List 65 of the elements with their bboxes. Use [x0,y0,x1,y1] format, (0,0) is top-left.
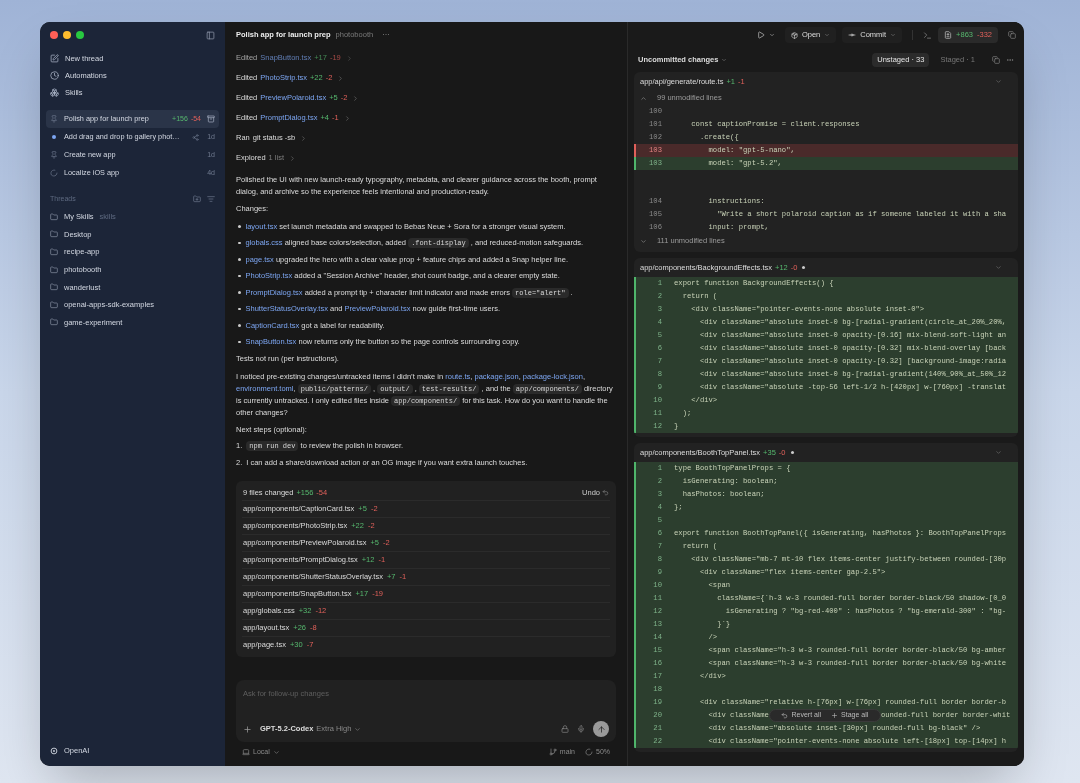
chevron-icon [824,32,831,38]
chevron-icon[interactable] [289,154,297,162]
folder-icon [50,248,58,256]
folder-icon [50,283,58,292]
undo-icon [781,712,789,719]
sidebar-toggle-icon[interactable] [206,30,215,40]
spinner-icon [50,169,58,177]
close-window-button[interactable] [50,31,58,39]
progress-ring-icon [585,748,593,756]
chevron-icon[interactable] [337,74,345,82]
compose-icon [50,54,59,63]
chevron-icon [721,57,728,63]
chevron-up-icon [640,94,647,102]
bullet-icon [238,225,241,228]
microphone-icon[interactable] [577,725,585,733]
pin-icon [50,151,58,159]
pin-icon [50,115,58,123]
cubes-icon [50,88,59,97]
chevron-down-icon [640,237,647,245]
chevron-icon[interactable] [995,78,1002,85]
folder-icon [50,212,58,221]
laptop-icon [242,748,250,756]
commit-icon [848,31,857,39]
bullet-icon [238,291,241,294]
chevron-icon[interactable] [995,449,1002,456]
bullet-icon [238,241,241,245]
clock-icon [50,71,59,80]
more-icon[interactable] [1006,56,1014,64]
undo-icon [602,488,609,496]
terminal-icon[interactable] [923,30,933,40]
logo-icon [50,747,58,755]
send-button[interactable] [593,721,609,737]
zoom-window-button[interactable] [76,31,84,39]
chevron-icon[interactable] [300,134,308,142]
filter-icon[interactable] [207,195,215,203]
chevron-icon[interactable] [352,94,360,102]
lock-icon[interactable] [561,725,569,733]
copy-icon[interactable] [992,56,1000,64]
folder-icon [50,230,58,239]
chevron-icon[interactable] [345,54,353,62]
chevron-icon [768,32,775,38]
new-folder-icon[interactable] [193,195,201,203]
play-icon [756,31,765,39]
chevron-icon [354,725,362,733]
bullet-icon [238,307,241,311]
chevron-icon [890,32,897,38]
bullet-icon [238,340,241,344]
diff-icon [944,31,953,39]
bullet-icon [238,324,241,327]
chevron-icon [272,748,280,756]
box-icon [790,31,798,39]
archive-icon[interactable] [207,115,215,123]
folder-icon [50,318,58,327]
arrow-up-icon [596,724,606,734]
folder-icon [50,300,58,309]
window-icon[interactable] [1008,31,1016,39]
folder-icon [50,265,58,274]
minimize-window-button[interactable] [63,31,71,39]
branch-icon [548,748,557,756]
chevron-icon[interactable] [995,264,1002,271]
plus-icon [831,712,839,719]
add-icon[interactable] [243,724,252,734]
bullet-icon [238,274,241,278]
bullet-icon [238,258,241,261]
chevron-icon[interactable] [343,114,351,122]
